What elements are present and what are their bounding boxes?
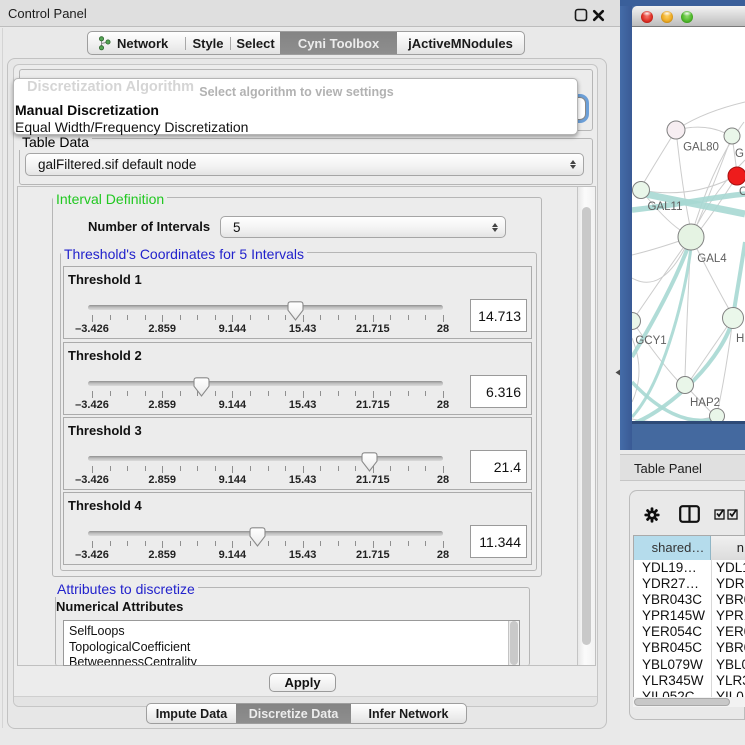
svg-text:H: H xyxy=(736,333,744,345)
svg-text:G.: G. xyxy=(735,148,745,160)
svg-text:GAL11: GAL11 xyxy=(648,201,683,213)
svg-text:GAL4: GAL4 xyxy=(697,253,727,265)
svg-text:GAL80: GAL80 xyxy=(683,142,719,154)
svg-text:C: C xyxy=(739,186,745,198)
svg-text:GCY1: GCY1 xyxy=(635,335,666,347)
svg-text:HAP2: HAP2 xyxy=(690,397,720,409)
